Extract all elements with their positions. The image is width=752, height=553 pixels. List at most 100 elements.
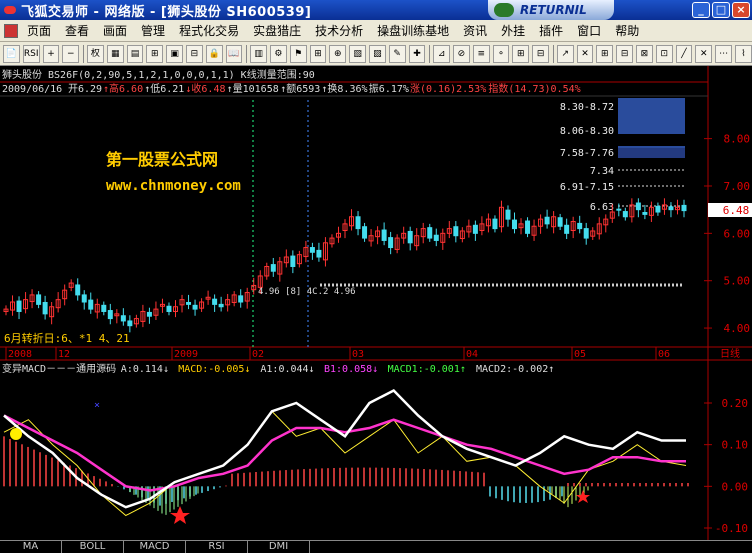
candle-body	[616, 208, 622, 211]
tab-dmi[interactable]: DMI	[248, 541, 310, 553]
menu-plugins-ext[interactable]: 外挂	[496, 22, 530, 40]
toolbar-button-17[interactable]: ▧	[349, 44, 366, 63]
candle-body	[309, 247, 315, 253]
tab-rsi[interactable]: RSI	[186, 541, 248, 553]
header-turnover-label: ↑换8.36%	[321, 82, 367, 95]
minimize-button[interactable]: _	[692, 2, 710, 18]
menu-view[interactable]: 查看	[60, 22, 94, 40]
toolbar-button-3[interactable]: −	[62, 44, 80, 63]
menu-program-trading[interactable]: 程式化交易	[174, 22, 244, 40]
toolbar-button-7[interactable]: ⊞	[146, 44, 164, 63]
header-open-label: 开6.29	[68, 84, 102, 95]
candle-body	[622, 211, 628, 218]
candle-body	[120, 315, 126, 322]
toolbar-button-11[interactable]: 📖	[225, 44, 243, 63]
toolbar-button-26[interactable]: ⊟	[532, 44, 549, 63]
close-button[interactable]: ×	[732, 2, 750, 18]
menu-window[interactable]: 窗口	[572, 22, 606, 40]
candle-body	[270, 264, 276, 272]
toolbar-button-18[interactable]: ▨	[369, 44, 386, 63]
tab-ma[interactable]: MA	[0, 541, 62, 553]
toolbar-button-4[interactable]: 权	[87, 44, 104, 63]
candle-body	[381, 229, 387, 241]
time-label: 04	[466, 349, 478, 360]
toolbar: 📄 RSI + − 权 ▦ ▤ ⊞ ▣ ⊟ 🔒 📖 ▥ ⚙ ⚑ ⊞ ⊕ ▧ ▨ ✎ ✚ ⊿ ⊘ ≡ ⚬ ⊞ ⊟ ↗ ✕ ⊞ ⊟ ⊠ ⊡ ╱ ✕ ⋯ ⌇	[0, 42, 752, 66]
toolbar-button-14[interactable]: ⚑	[289, 44, 307, 63]
menu-hunt-dealer[interactable]: 实盘猎庄	[248, 22, 306, 40]
toolbar-button-22[interactable]: ⊘	[453, 44, 470, 63]
toolbar-button-34[interactable]: ✕	[695, 44, 713, 63]
toolbar-button-32[interactable]: ⊡	[655, 44, 673, 63]
returnil-badge[interactable]: RETURNIL	[488, 0, 614, 20]
menu-page[interactable]: 页面	[22, 22, 56, 40]
candle-body	[192, 304, 198, 310]
candle-body	[453, 226, 459, 237]
tab-macd[interactable]: MACD	[124, 541, 186, 553]
header-volume-label: ↑量101658	[227, 83, 279, 95]
toolbar-button-30[interactable]: ⊟	[616, 44, 634, 63]
toolbar-button-5[interactable]: ▦	[106, 44, 124, 63]
toolbar-button-29[interactable]: ⊞	[596, 44, 614, 63]
indicator-tabs: MA BOLL MACD RSI DMI	[0, 540, 752, 553]
time-label: 02	[252, 349, 264, 360]
candle-body	[16, 300, 22, 312]
toolbar-button-24[interactable]: ⚬	[492, 44, 510, 63]
toolbar-button-1[interactable]: RSI	[22, 44, 40, 63]
toolbar-button-12[interactable]: ▥	[250, 44, 268, 63]
candle-body	[557, 217, 563, 227]
toolbar-button-25[interactable]: ⊞	[512, 44, 530, 63]
toolbar-button-28[interactable]: ✕	[576, 44, 594, 63]
menu-screen[interactable]: 画面	[98, 22, 132, 40]
candle-body	[88, 299, 94, 310]
toolbar-button-10[interactable]: 🔒	[205, 44, 223, 63]
candle-body	[238, 295, 244, 303]
candle-body	[101, 304, 107, 312]
indicator-a1: A1:0.044↓	[260, 364, 314, 375]
menu-manage[interactable]: 管理	[136, 22, 170, 40]
candle-body	[642, 212, 648, 215]
tab-boll[interactable]: BOLL	[62, 541, 124, 553]
candle-body	[146, 311, 152, 317]
toolbar-button-21[interactable]: ⊿	[433, 44, 451, 63]
menu-tech-analysis[interactable]: 技术分析	[310, 22, 368, 40]
toolbar-button-15[interactable]: ⊞	[309, 44, 327, 63]
toolbar-separator	[246, 44, 248, 63]
candle-body	[362, 226, 368, 239]
toolbar-button-33[interactable]: ╱	[675, 44, 693, 63]
menu-training-base[interactable]: 操盘训练基地	[372, 22, 454, 40]
toolbar-separator	[553, 44, 554, 63]
app-menu-icon[interactable]	[4, 23, 18, 38]
candle-body	[512, 219, 517, 230]
menu-help[interactable]: 帮助	[610, 22, 644, 40]
stock-chart[interactable]: 狮头股份 BS26F(0,2,90,5,1,2,1,0,0,0,1,1) K线测…	[0, 66, 752, 540]
header-date: 2009/06/16	[2, 84, 62, 95]
toolbar-button-8[interactable]: ▣	[166, 44, 183, 63]
toolbar-button-2[interactable]: +	[42, 44, 60, 63]
menu-info[interactable]: 资讯	[458, 22, 492, 40]
toolbar-button-16[interactable]: ⊕	[329, 44, 347, 63]
candle-body	[681, 204, 687, 212]
toolbar-separator	[429, 44, 431, 63]
price-level-label: 6.91-7.15	[560, 182, 614, 193]
menu-addons[interactable]: 插件	[534, 22, 568, 40]
macd-tick: 0.00	[722, 480, 749, 493]
toolbar-button-13[interactable]: ⚙	[270, 44, 287, 63]
candle-body	[218, 303, 224, 308]
maximize-button[interactable]: □	[712, 2, 730, 18]
toolbar-button-9[interactable]: ⊟	[186, 44, 203, 63]
toolbar-button-35[interactable]: ⋯	[715, 44, 732, 63]
toolbar-button-0[interactable]: 📄	[3, 44, 20, 63]
time-label: 03	[352, 349, 364, 360]
toolbar-button-6[interactable]: ▤	[126, 44, 144, 63]
toolbar-button-36[interactable]: ⌇	[735, 44, 752, 63]
macd-tick: -0.10	[715, 522, 748, 535]
toolbar-button-19[interactable]: ✎	[388, 44, 406, 63]
candle-body	[433, 234, 439, 241]
window-title: 飞狐交易师 - 网络版 - [狮头股份 SH600539]	[21, 4, 312, 20]
price-tick: 8.00	[724, 133, 751, 146]
toolbar-button-27[interactable]: ↗	[556, 44, 574, 63]
toolbar-button-31[interactable]: ⊠	[636, 44, 653, 63]
toolbar-button-20[interactable]: ✚	[408, 44, 426, 63]
candle-body	[635, 202, 641, 211]
toolbar-button-23[interactable]: ≡	[472, 44, 490, 63]
